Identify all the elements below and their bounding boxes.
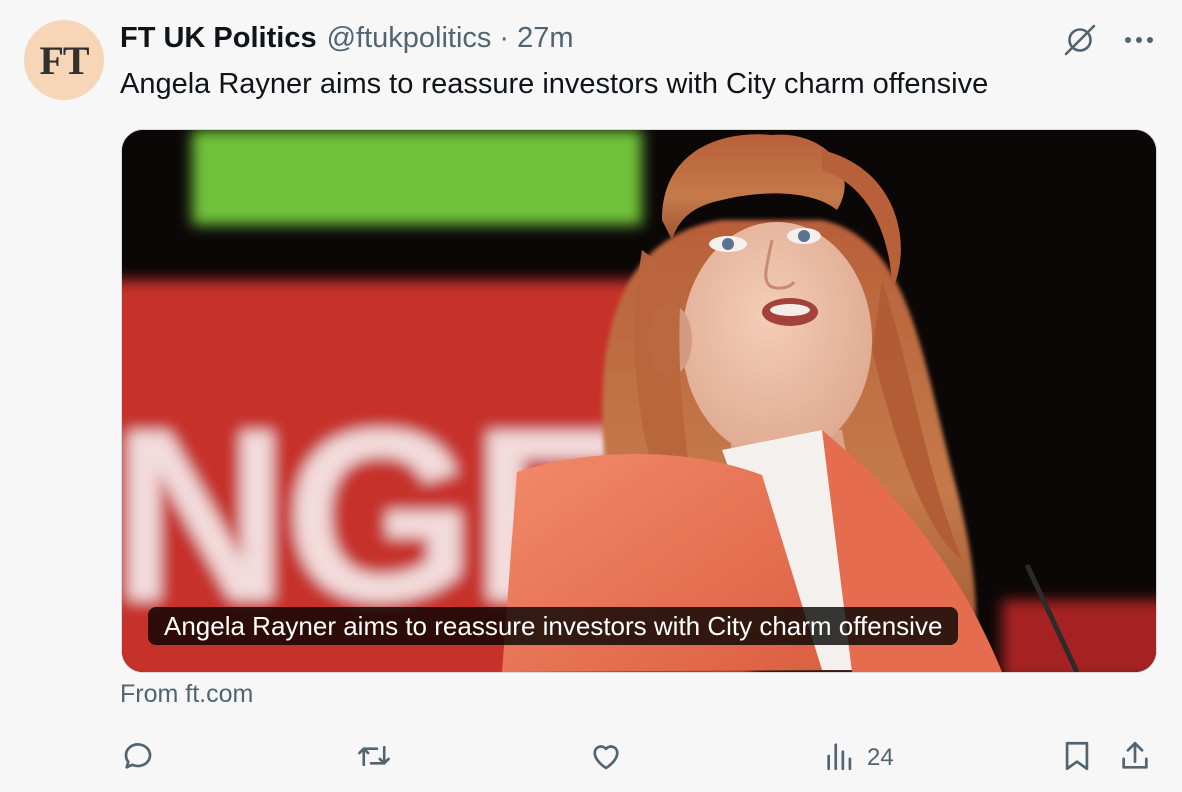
bookmark-button[interactable] [1060,734,1094,782]
timestamp[interactable]: 27m [517,22,573,55]
avatar[interactable]: FT [24,20,104,100]
separator-dot: · [499,22,510,54]
views-button[interactable]: 24 [823,734,894,782]
tweet-article[interactable]: FT FT UK Politics @ftukpolitics · 27m An… [0,0,1182,792]
display-name[interactable]: FT UK Politics [120,22,317,55]
bookmark-icon [1060,738,1094,779]
reply-button[interactable] [120,734,156,782]
link-card[interactable]: NGE Angela Rayner aims to reassure inves… [121,129,1157,673]
avatar-initials: FT [39,37,89,83]
action-bar: 24 [0,734,1182,782]
views-icon [823,739,857,778]
views-count: 24 [867,744,894,771]
like-button[interactable] [588,734,624,782]
tweet-text: Angela Rayner aims to reassure investors… [120,68,989,100]
card-caption: Angela Rayner aims to reassure investors… [148,607,959,645]
share-button[interactable] [1118,734,1152,782]
repost-icon [355,738,393,779]
repost-button[interactable] [355,734,393,782]
user-handle[interactable]: @ftukpolitics [327,22,492,55]
like-icon [588,738,624,779]
card-source[interactable]: From ft.com [120,680,253,709]
reply-icon [120,738,156,779]
tweet-header: FT UK Politics @ftukpolitics · 27m [120,22,574,58]
share-icon [1118,738,1152,779]
header-actions [1062,22,1154,58]
card-image: NGE [122,130,1156,672]
grok-icon[interactable] [1062,22,1098,58]
more-icon[interactable] [1124,35,1154,45]
